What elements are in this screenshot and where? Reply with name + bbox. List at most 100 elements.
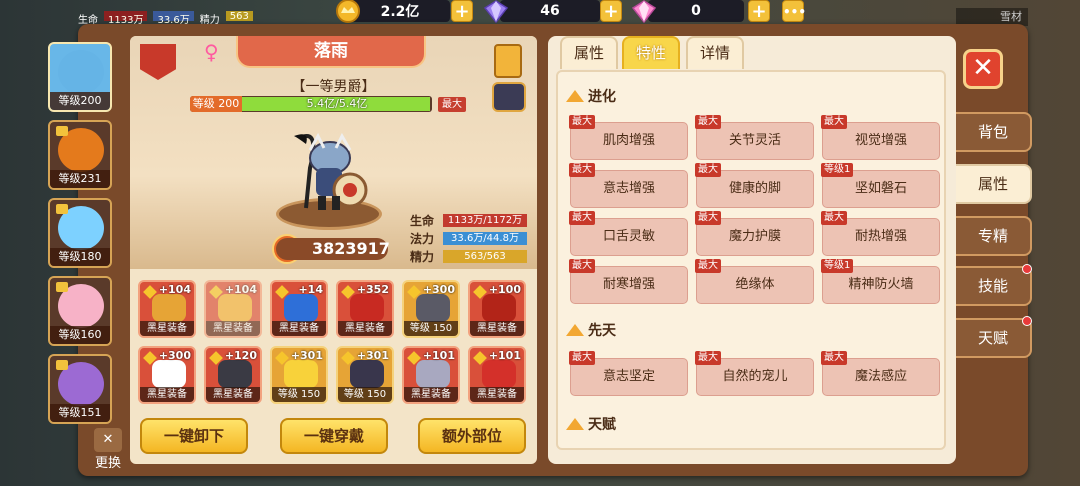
exp-bar: 等级 200 5.4亿/5.4亿 bbox=[190, 96, 432, 112]
mp-value: 33.6万/44.8万 bbox=[443, 232, 527, 245]
enhance-level: +352 bbox=[356, 283, 389, 296]
unequip-all-button[interactable]: 一键卸下 bbox=[140, 418, 248, 454]
tab-attributes[interactable]: 属性 bbox=[560, 36, 618, 69]
equipment-caption: 等级 150 bbox=[338, 387, 392, 402]
equipment-caption: 黑星装备 bbox=[272, 321, 326, 336]
add-crystal-button[interactable]: + bbox=[748, 0, 770, 22]
more-button[interactable]: ••• bbox=[782, 0, 806, 22]
hp-label: 生命 bbox=[410, 214, 435, 228]
atk-value: 33.6万 bbox=[153, 11, 194, 26]
hero-title: 【一等男爵】 bbox=[291, 79, 376, 95]
add-gold-button[interactable]: + bbox=[451, 0, 473, 22]
trait-level-tag: 最大 bbox=[821, 115, 847, 129]
trait-button[interactable]: 最大 耐热增强 bbox=[821, 211, 940, 256]
swap-icon: ✕ bbox=[94, 428, 122, 452]
side-tab-label: 背包 bbox=[977, 123, 1008, 141]
equipment-icon bbox=[350, 360, 384, 388]
hero-slot[interactable]: 等级160 bbox=[48, 276, 112, 346]
trait-button[interactable]: 等级1 坚如磐石 bbox=[821, 163, 940, 208]
close-button[interactable]: ✕ bbox=[963, 49, 1003, 89]
swap-button[interactable]: ✕ 更换 bbox=[88, 428, 128, 472]
equipment-slot[interactable]: +14 黑星装备 bbox=[270, 280, 328, 338]
trait-level-tag: 等级1 bbox=[821, 163, 854, 177]
notification-dot bbox=[1022, 264, 1032, 274]
hp-value: 1133万/1172万 bbox=[443, 214, 527, 227]
equipment-icon bbox=[416, 294, 450, 322]
trait-level-tag: 最大 bbox=[695, 115, 721, 129]
trait-button[interactable]: 最大 肌肉增强 bbox=[569, 115, 688, 160]
trait-button[interactable]: 最大 绝缘体 bbox=[695, 259, 814, 304]
trait-label: 视觉增强 bbox=[854, 133, 907, 148]
trait-label: 关节灵活 bbox=[728, 133, 781, 148]
section-innate-label: 先天 bbox=[588, 323, 616, 339]
extra-slots-button[interactable]: 额外部位 bbox=[418, 418, 526, 454]
trait-label: 健康的脚 bbox=[728, 181, 781, 196]
equipment-slot[interactable]: +101 黑星装备 bbox=[402, 346, 460, 404]
equipment-slot[interactable]: +301 等级 150 bbox=[270, 346, 328, 404]
hero-slot[interactable]: 等级180 bbox=[48, 198, 112, 268]
side-tab[interactable]: 属性 bbox=[956, 164, 1032, 204]
equipment-slot[interactable]: +104 黑星装备 bbox=[138, 280, 196, 338]
trait-level-tag: 最大 bbox=[821, 351, 847, 365]
equipment-icon bbox=[152, 294, 186, 322]
trait-label: 坚如磐石 bbox=[854, 181, 907, 196]
equipment-slot[interactable]: +301 等级 150 bbox=[336, 346, 394, 404]
equipment-slot[interactable]: +300 等级 150 bbox=[402, 280, 460, 338]
trait-button[interactable]: 最大 健康的脚 bbox=[695, 163, 814, 208]
card-icon[interactable] bbox=[494, 44, 522, 78]
enhance-level: +300 bbox=[422, 283, 455, 296]
lock-icon bbox=[56, 126, 68, 136]
section-innate: 先天 bbox=[566, 320, 616, 340]
equip-all-button[interactable]: 一键穿戴 bbox=[280, 418, 388, 454]
section-arrow-icon bbox=[566, 90, 584, 102]
trait-button[interactable]: 最大 意志增强 bbox=[569, 163, 688, 208]
trait-button[interactable]: 最大 口舌灵敏 bbox=[569, 211, 688, 256]
enhance-level: +301 bbox=[290, 349, 323, 362]
equipment-icon bbox=[152, 360, 186, 388]
equipment-caption: 黑星装备 bbox=[470, 321, 524, 336]
trait-button[interactable]: 最大 耐寒增强 bbox=[569, 259, 688, 304]
tab-details[interactable]: 详情 bbox=[686, 36, 744, 69]
energy-label: 精力 bbox=[410, 250, 435, 264]
hero-portrait bbox=[58, 50, 104, 94]
add-gem-button[interactable]: + bbox=[600, 0, 622, 22]
equipment-slot[interactable]: +104 黑星装备 bbox=[204, 280, 262, 338]
combat-power: 3823917 bbox=[276, 238, 390, 260]
trait-level-tag: 最大 bbox=[569, 115, 595, 129]
side-tab[interactable]: 背包 bbox=[956, 112, 1032, 152]
hero-display-area: ♀ 落雨 【一等男爵】 等级 200 5.4亿/5.4亿 最大 ⚡ 382391… bbox=[130, 36, 537, 269]
equipment-icon bbox=[284, 294, 318, 322]
equipment-caption: 黑星装备 bbox=[206, 321, 260, 336]
crystal-display: 0 bbox=[648, 0, 744, 22]
trait-button[interactable]: 最大 魔法感应 bbox=[821, 351, 940, 396]
hp-value: 1133万 bbox=[104, 11, 148, 26]
side-tab[interactable]: 专精 bbox=[956, 216, 1032, 256]
tab-traits[interactable]: 特性 bbox=[622, 36, 680, 69]
trait-button[interactable]: 最大 关节灵活 bbox=[695, 115, 814, 160]
enhance-level: +101 bbox=[488, 349, 521, 362]
equipment-slot[interactable]: +101 黑星装备 bbox=[468, 346, 526, 404]
trait-label: 魔力护膜 bbox=[728, 229, 781, 244]
swap-label: 更换 bbox=[94, 456, 121, 471]
hero-slot[interactable]: 等级200 bbox=[48, 42, 112, 112]
equipment-slot[interactable]: +352 黑星装备 bbox=[336, 280, 394, 338]
trait-button[interactable]: 等级1 精神防火墙 bbox=[821, 259, 940, 304]
gold-display: 2.2亿 bbox=[350, 0, 450, 22]
hero-slot[interactable]: 等级231 bbox=[48, 120, 112, 190]
equipment-slot[interactable]: +100 黑星装备 bbox=[468, 280, 526, 338]
equipment-slot[interactable]: +300 黑星装备 bbox=[138, 346, 196, 404]
equipment-slot[interactable]: +120 黑星装备 bbox=[204, 346, 262, 404]
trait-label: 精神防火墙 bbox=[848, 277, 914, 292]
trait-button[interactable]: 最大 自然的宠儿 bbox=[695, 351, 814, 396]
equipment-icon bbox=[350, 294, 384, 322]
trait-button[interactable]: 最大 意志坚定 bbox=[569, 351, 688, 396]
hero-slot[interactable]: 等级151 bbox=[48, 354, 112, 424]
hero-slot-level: 等级200 bbox=[50, 92, 110, 110]
trait-button[interactable]: 最大 魔力护膜 bbox=[695, 211, 814, 256]
trait-list[interactable]: 进化 最大 肌肉增强 最大 关节灵活 最大 视觉增强 最大 意志增强 最大 健康的脚 等级1 坚如磐石… bbox=[556, 70, 946, 450]
side-tab[interactable]: 技能 bbox=[956, 264, 1032, 306]
side-tab[interactable]: 天赋 bbox=[956, 316, 1032, 358]
trait-button[interactable]: 最大 视觉增强 bbox=[821, 115, 940, 160]
equipment-icon bbox=[218, 360, 252, 388]
mp-label: 法力 bbox=[410, 232, 435, 246]
